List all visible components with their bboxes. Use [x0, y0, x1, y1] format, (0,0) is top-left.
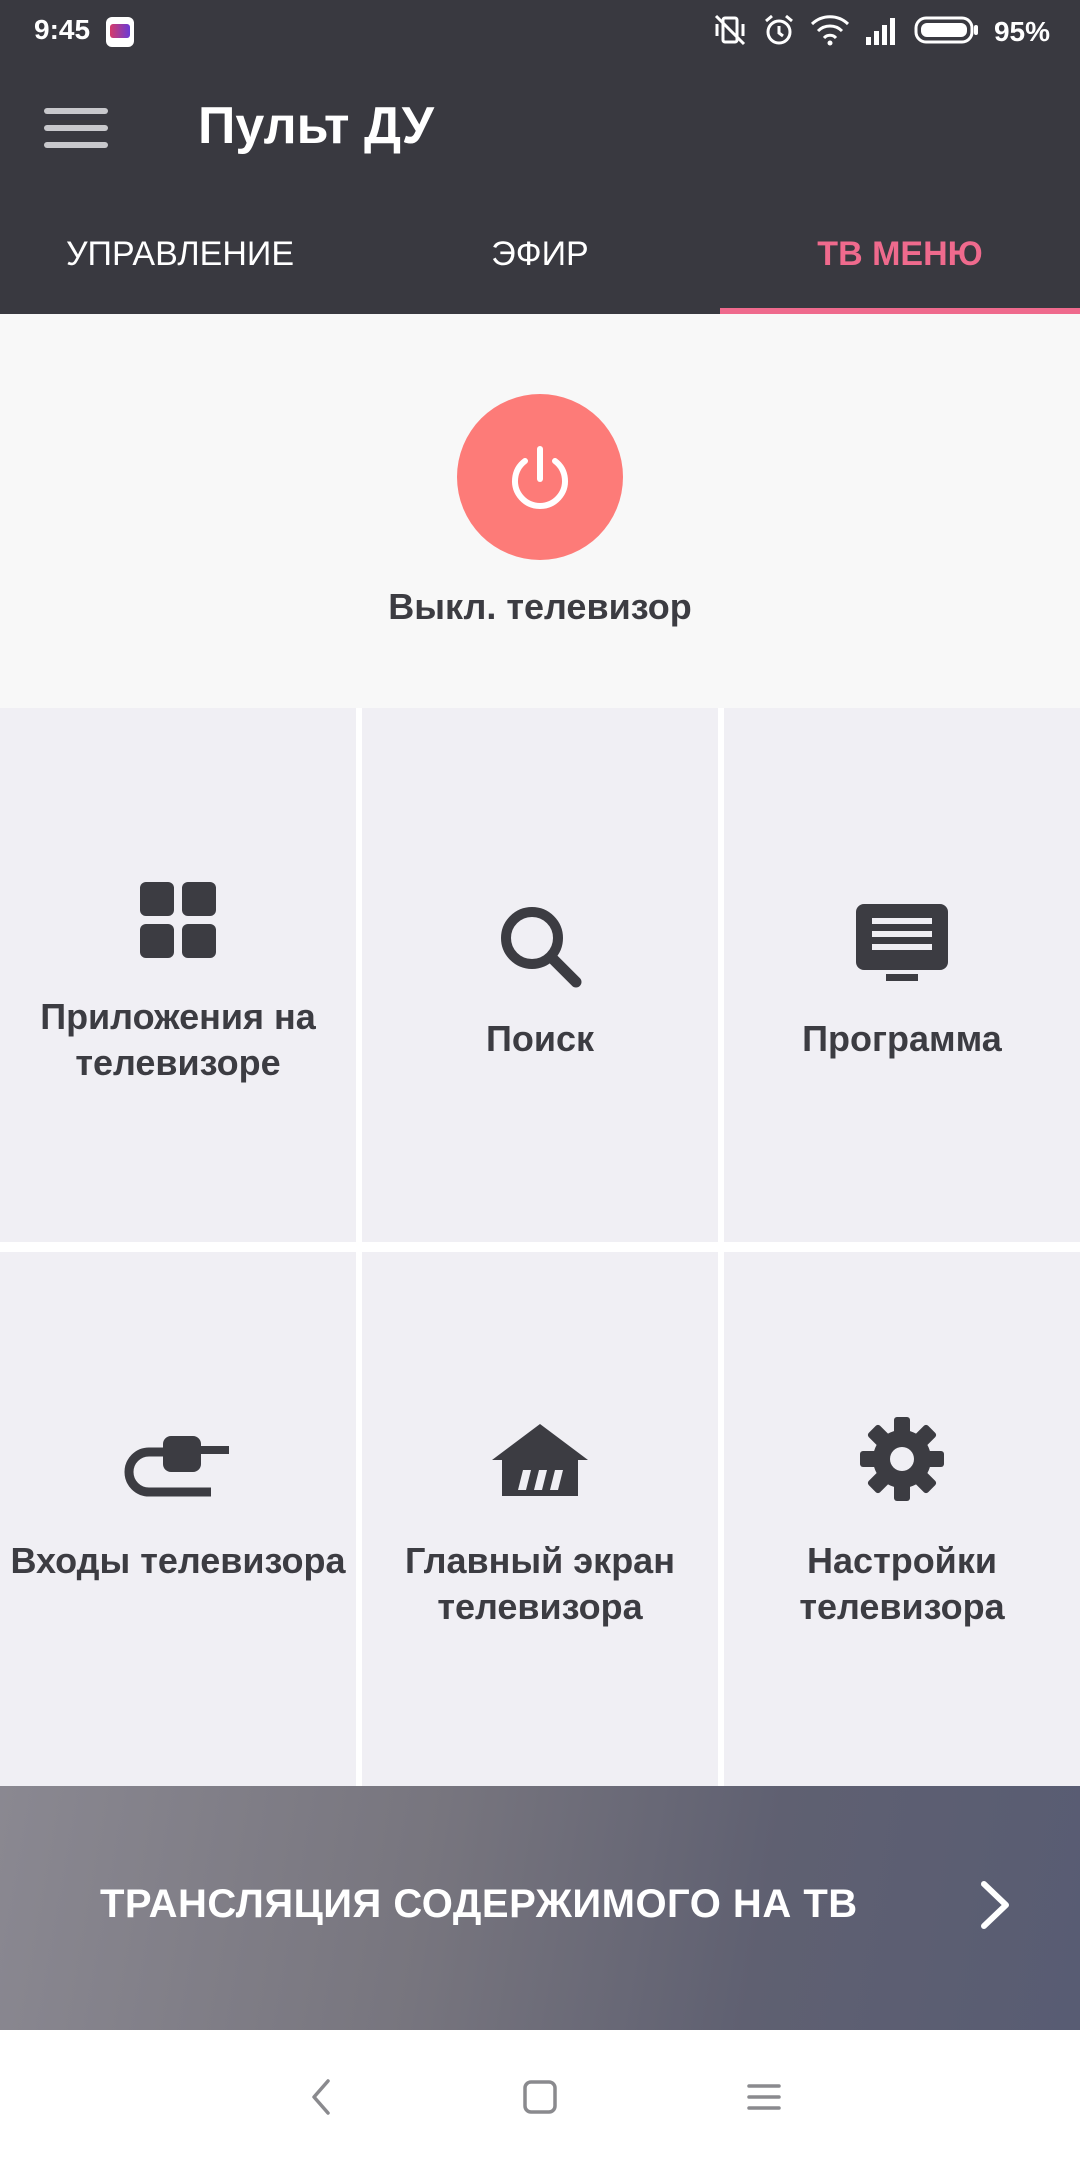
tab-control[interactable]: УПРАВЛЕНИЕ [0, 194, 360, 314]
apps-grid-icon [0, 882, 356, 958]
chevron-right-icon [978, 1880, 1012, 1935]
home-square-icon[interactable] [515, 2072, 565, 2122]
vibrate-off-icon [712, 12, 748, 53]
tile-label: Программа [802, 1018, 1002, 1059]
power-off-label: Выкл. телевизор [388, 586, 692, 627]
cast-content-banner[interactable]: ТРАНСЛЯЦИЯ СОДЕРЖИМОГО НА ТВ [0, 1786, 1080, 2030]
signal-icon [864, 15, 900, 50]
tile-tv-inputs[interactable]: Входы телевизора [0, 1252, 356, 1786]
power-section: Выкл. телевизор [0, 314, 1080, 708]
hamburger-menu-icon[interactable] [44, 104, 108, 152]
system-nav-bar [0, 2030, 1080, 2160]
tile-tv-home[interactable]: Главный экран телевизора [362, 1252, 718, 1786]
tv-menu-grid: Приложения на телевизоре Поиск Программа… [0, 708, 1080, 1786]
status-bar: 9:45 95% [0, 0, 1080, 66]
gear-icon [724, 1416, 1080, 1502]
tile-label: Настройки телевизора [799, 1540, 1005, 1627]
back-icon[interactable] [296, 2072, 346, 2122]
tab-broadcast[interactable]: ЭФИР [360, 194, 720, 314]
home-icon [362, 1424, 718, 1498]
notification-app-icon [106, 17, 134, 47]
battery-percent: 95% [993, 16, 1050, 47]
tile-label: Приложения на телевизоре [40, 996, 316, 1083]
wifi-icon [810, 14, 850, 51]
tile-label: Входы телевизора [10, 1540, 346, 1581]
alarm-icon [762, 13, 796, 52]
tab-tv-menu[interactable]: ТВ МЕНЮ [720, 194, 1080, 314]
tv-guide-icon [724, 904, 1080, 984]
tile-program[interactable]: Программа [724, 708, 1080, 1242]
status-indicators: 95% [712, 12, 1050, 52]
tile-label: Поиск [485, 1018, 595, 1059]
search-icon [362, 902, 718, 990]
app-bar: 9:45 95% Пульт ДУ УПРАВЛЕНИЕ ЭФИР ТВ МЕН… [0, 0, 1080, 314]
tile-tv-apps[interactable]: Приложения на телевизоре [0, 708, 356, 1242]
tile-search[interactable]: Поиск [362, 708, 718, 1242]
page-title: Пульт ДУ [198, 97, 434, 155]
tab-bar: УПРАВЛЕНИЕ ЭФИР ТВ МЕНЮ [0, 194, 1080, 314]
cast-label: ТРАНСЛЯЦИЯ СОДЕРЖИМОГО НА ТВ [100, 1882, 858, 1926]
power-off-button[interactable] [457, 394, 623, 560]
status-time: 9:45 [34, 14, 91, 45]
input-plug-icon [0, 1432, 356, 1502]
power-icon [512, 446, 568, 509]
tile-label: Главный экран телевизора [405, 1540, 675, 1627]
recents-menu-icon[interactable] [739, 2072, 789, 2122]
toolbar: Пульт ДУ [0, 66, 1080, 194]
tile-tv-settings[interactable]: Настройки телевизора [724, 1252, 1080, 1786]
battery-icon [914, 15, 980, 50]
